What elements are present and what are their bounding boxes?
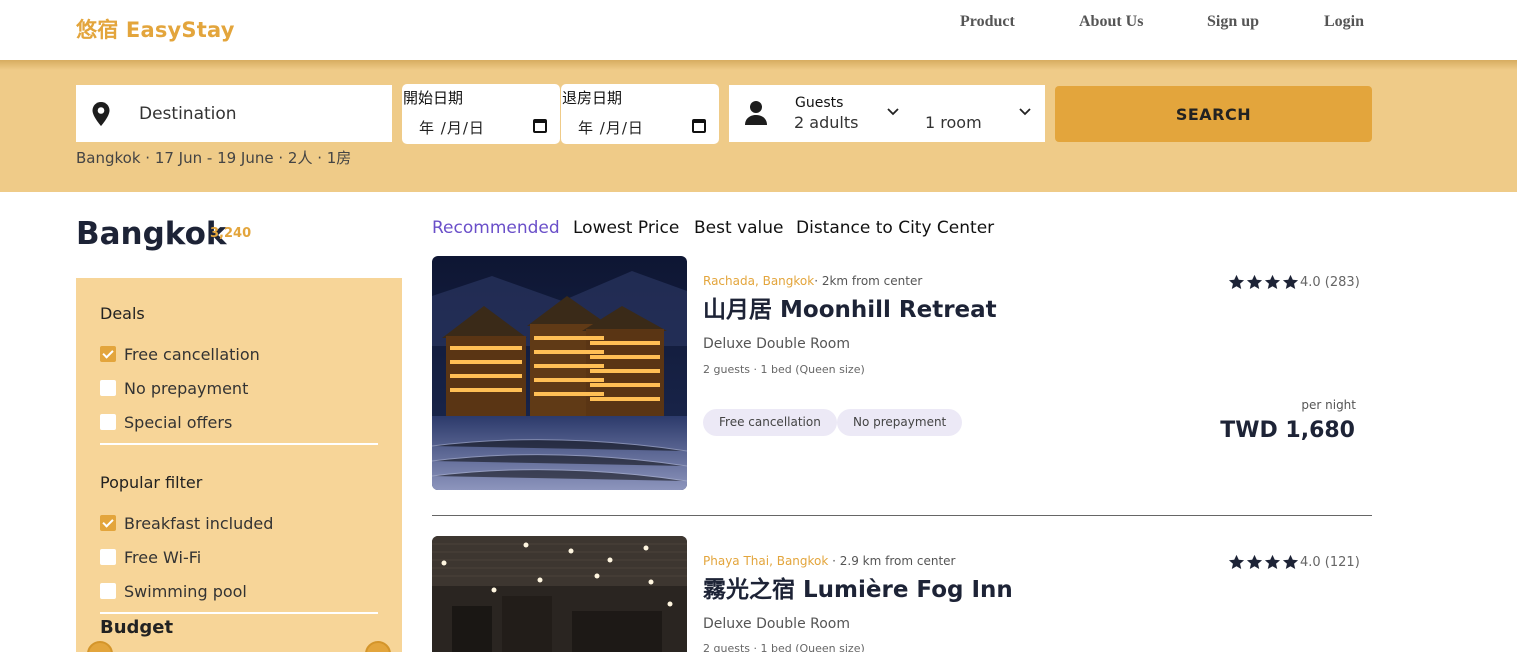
filter-panel: Deals Free cancellation No prepayment Sp… (76, 278, 402, 652)
results-city-title: Bangkok (76, 216, 227, 252)
tab-distance-to-city-center[interactable]: Distance to City Center (796, 218, 994, 238)
chevron-down-icon[interactable] (1018, 107, 1032, 117)
room-type: Deluxe Double Room (703, 336, 850, 352)
hotel-photo[interactable] (432, 536, 687, 652)
hotel-rating: 4.0 (121) (1228, 554, 1360, 570)
room-type: Deluxe Double Room (703, 616, 850, 632)
hotel-name[interactable]: 山月居 Moonhill Retreat (703, 290, 997, 324)
checkout-date-field[interactable]: 退房日期 年 /月/日 (561, 84, 719, 144)
rating-text: 4.0 (121) (1300, 554, 1360, 570)
checkbox[interactable] (100, 583, 116, 599)
guests-value[interactable]: 2 adults (794, 113, 858, 132)
filter-label: Swimming pool (124, 581, 247, 601)
star-icon (1246, 554, 1263, 569)
hotel-photo[interactable] (432, 256, 687, 490)
filter-divider (100, 443, 378, 445)
nav-product[interactable]: Product (960, 13, 1015, 31)
deals-heading: Deals (100, 304, 145, 323)
tab-lowest-price[interactable]: Lowest Price (573, 218, 679, 238)
brand-logo[interactable]: 悠宿 EasyStay (76, 14, 235, 44)
budget-slider-min-handle[interactable] (87, 641, 113, 652)
popular-filter-heading: Popular filter (100, 473, 203, 492)
rating-text: 4.0 (283) (1300, 274, 1360, 290)
room-details: 2 guests · 1 bed (Queen size) (703, 363, 865, 376)
tab-recommended[interactable]: Recommended (432, 218, 560, 238)
star-icon (1228, 274, 1245, 289)
filter-breakfast-included[interactable]: Breakfast included (100, 513, 273, 533)
hotel-name[interactable]: 霧光之宿 Lumière Fog Inn (703, 570, 1013, 604)
hotel-lobby-image (432, 536, 687, 652)
checkbox-checked[interactable] (100, 346, 116, 362)
top-nav-bar: 悠宿 EasyStay Product About Us Sign up Log… (0, 0, 1517, 60)
location-pin-icon (92, 102, 110, 126)
checkout-label: 退房日期 (562, 89, 623, 107)
budget-heading: Budget (100, 617, 174, 638)
checkin-label: 開始日期 (403, 89, 464, 107)
destination-input[interactable]: Destination (76, 85, 392, 142)
checkin-date-field[interactable]: 開始日期 年 /月/日 (402, 84, 560, 144)
guests-label: Guests (795, 95, 844, 111)
checkout-value[interactable]: 年 /月/日 (578, 117, 644, 138)
star-icon (1246, 274, 1263, 289)
filter-label: Breakfast included (124, 513, 274, 533)
hotel-rating: 4.0 (283) (1228, 274, 1360, 290)
nav-about-us[interactable]: About Us (1079, 13, 1143, 31)
person-icon (745, 101, 767, 125)
filter-label: Free cancellation (124, 344, 260, 364)
nav-sign-up[interactable]: Sign up (1207, 13, 1259, 31)
hotel-location: Phaya Thai, Bangkok · 2.9 km from center (703, 554, 956, 568)
filter-label: Special offers (124, 412, 233, 432)
tag-free-cancellation: Free cancellation (703, 409, 837, 436)
star-icon (1228, 554, 1245, 569)
filter-free-cancellation[interactable]: Free cancellation (100, 344, 260, 364)
results-count: 3,240 (210, 226, 252, 241)
checkbox-checked[interactable] (100, 515, 116, 531)
card-divider (432, 515, 1372, 516)
star-icon (1282, 554, 1299, 569)
calendar-icon[interactable] (533, 119, 547, 133)
star-icon (1264, 274, 1281, 289)
hotel-area[interactable]: Phaya Thai, Bangkok (703, 554, 828, 568)
hotel-night-building-image (432, 256, 687, 490)
filter-special-offers[interactable]: Special offers (100, 412, 232, 432)
filter-swimming-pool[interactable]: Swimming pool (100, 581, 247, 601)
tab-best-value[interactable]: Best value (694, 218, 783, 238)
star-icon (1264, 554, 1281, 569)
hotel-location: Rachada, Bangkok· 2km from center (703, 274, 922, 288)
checkbox[interactable] (100, 380, 116, 396)
nav-login[interactable]: Login (1324, 13, 1364, 31)
checkbox[interactable] (100, 549, 116, 565)
per-night-label: per night (1301, 398, 1356, 412)
room-details: 2 guests · 1 bed (Queen size) (703, 642, 865, 652)
guests-selector[interactable]: Guests 2 adults 1 room (729, 85, 1045, 142)
tag-no-prepayment: No prepayment (837, 409, 963, 436)
search-band-shadow (0, 60, 1517, 70)
search-summary: Bangkok · 17 Jun - 19 June · 2人 · 1房 (76, 149, 352, 167)
hotel-price: TWD 1,680 (1220, 418, 1355, 443)
rooms-value[interactable]: 1 room (925, 113, 982, 132)
calendar-icon[interactable] (692, 119, 706, 133)
hotel-distance: · 2km from center (814, 274, 923, 288)
filter-no-prepayment[interactable]: No prepayment (100, 378, 248, 398)
chevron-down-icon[interactable] (886, 107, 900, 117)
checkin-value[interactable]: 年 /月/日 (419, 117, 485, 138)
destination-placeholder: Destination (139, 104, 237, 124)
hotel-distance: · 2.9 km from center (828, 554, 956, 568)
budget-slider-max-handle[interactable] (365, 641, 391, 652)
filter-label: No prepayment (124, 378, 249, 398)
filter-divider (100, 612, 378, 614)
hotel-area[interactable]: Rachada, Bangkok (703, 274, 814, 288)
search-button[interactable]: SEARCH (1055, 86, 1372, 142)
filter-label: Free Wi-Fi (124, 547, 202, 567)
star-icon (1282, 274, 1299, 289)
checkbox[interactable] (100, 414, 116, 430)
filter-free-wifi[interactable]: Free Wi-Fi (100, 547, 201, 567)
